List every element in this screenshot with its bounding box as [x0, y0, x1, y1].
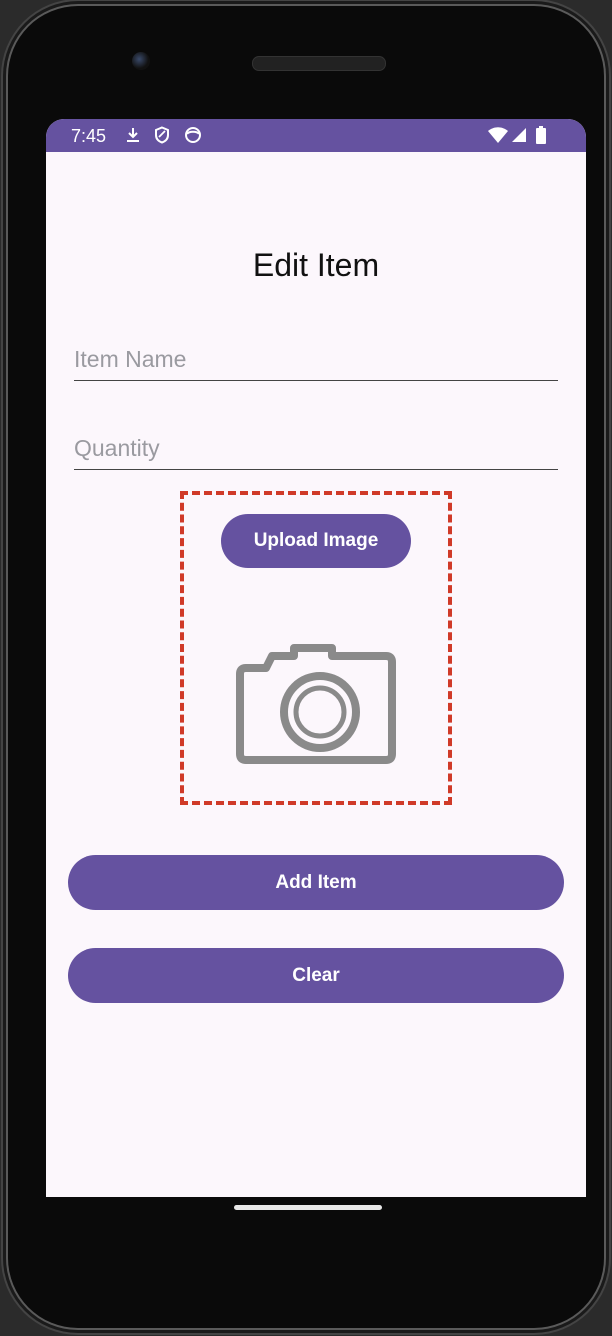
wifi-icon — [488, 127, 508, 143]
status-bar: 7:45 — [46, 119, 586, 152]
add-item-button[interactable]: Add Item — [68, 855, 564, 910]
shield-icon — [155, 126, 169, 144]
earpiece-speaker — [252, 56, 386, 71]
item-name-field[interactable] — [74, 338, 558, 381]
app-screen: 7:45 Edit Item Item Name Quantity Upload… — [46, 119, 586, 1197]
upload-image-button[interactable]: Upload Image — [221, 514, 411, 568]
phone-frame: 7:45 Edit Item Item Name Quantity Upload… — [8, 6, 604, 1328]
status-time: 7:45 — [71, 126, 107, 146]
camera-icon — [236, 644, 396, 764]
front-camera — [132, 52, 150, 70]
signal-icon — [512, 128, 526, 142]
face-icon — [185, 127, 201, 143]
download-icon — [127, 128, 139, 142]
page-title: Edit Item — [252, 247, 380, 283]
home-indicator[interactable] — [234, 1205, 382, 1210]
clear-button[interactable]: Clear — [68, 948, 564, 1003]
quantity-field[interactable] — [74, 427, 558, 470]
battery-icon — [536, 126, 546, 144]
